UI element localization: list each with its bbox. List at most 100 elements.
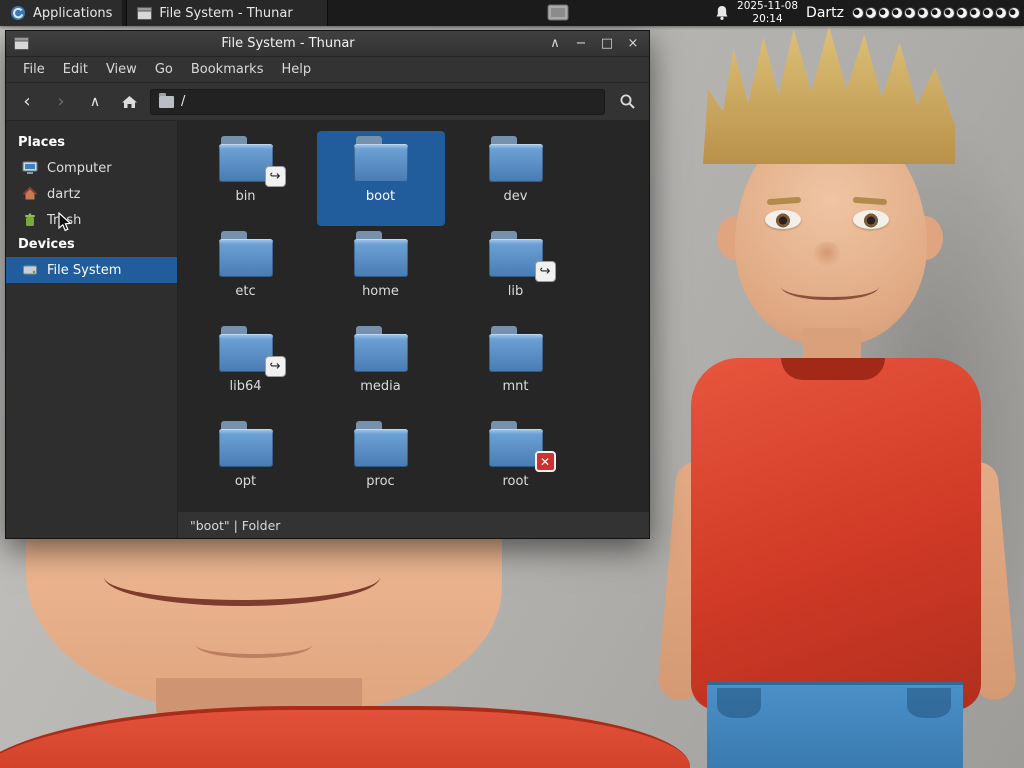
file-folder-lib64[interactable]: ↪ lib64 [182,321,310,416]
location-bar[interactable]: / [150,88,605,115]
eyes-plugin [852,7,1020,19]
folder-icon [353,326,408,372]
folder-icon: ↪ [218,326,286,377]
eye-icon [956,7,968,19]
folder-icon [353,421,408,467]
eye-icon [891,7,903,19]
file-folder-home[interactable]: home [317,226,445,321]
minimize-button[interactable]: − [573,36,589,51]
statusbar: "boot" | Folder [178,511,649,538]
home-icon [121,95,137,108]
sidebar-item-filesystem[interactable]: File System [6,257,177,283]
sidebar-item-trash[interactable]: Trash [6,207,177,233]
harddrive-icon [23,265,37,275]
folder-label: opt [234,474,257,489]
file-folder-root[interactable]: ✕ root [452,416,580,511]
tray-icon[interactable] [546,4,570,22]
folder-label: lib [507,284,524,299]
folder-icon [488,136,543,182]
forward-button[interactable]: › [48,89,74,115]
path-text: / [181,94,186,109]
file-folder-etc[interactable]: etc [182,226,310,321]
menu-file[interactable]: File [14,58,54,81]
symlink-emblem-icon: ↪ [534,261,556,282]
thunar-window: File System - Thunar ∧ − □ × File Edit V… [5,30,650,539]
maximize-button[interactable]: □ [599,36,615,51]
applications-icon [11,6,25,20]
menu-go[interactable]: Go [146,58,182,81]
window-title: File System - Thunar [221,36,355,51]
sidebar-header-places: Places [18,135,66,150]
eye-icon [930,7,942,19]
sidebar-item-label: File System [47,262,122,278]
folder-label: bin [235,189,256,204]
sidebar-item-label: Computer [47,160,112,176]
eye-icon [982,7,994,19]
top-panel: Applications File System - Thunar 2025-1… [0,0,1024,26]
eye-icon [878,7,890,19]
home-button[interactable] [116,89,142,115]
file-folder-mnt[interactable]: mnt [452,321,580,416]
folder-label: dev [503,189,528,204]
no-access-emblem-icon: ✕ [534,451,556,472]
applications-label: Applications [33,5,113,21]
eye-icon [865,7,877,19]
applications-menu-button[interactable]: Applications [0,0,123,26]
folder-icon [353,231,408,277]
folder-label: etc [235,284,256,299]
file-folder-lib[interactable]: ↪ lib [452,226,580,321]
sidebar-item-home-dartz[interactable]: dartz [6,181,177,207]
eye-icon [852,7,864,19]
menu-edit[interactable]: Edit [54,58,97,81]
status-text: "boot" | Folder [190,517,281,533]
user-label: Dartz [806,5,844,21]
symlink-emblem-icon: ↪ [264,166,286,187]
folder-label: lib64 [229,379,262,394]
sidebar: Places Computer dartz Devices File Syste… [6,121,178,538]
taskbar-button-thunar[interactable]: File System - Thunar [126,0,329,26]
file-folder-boot[interactable]: boot [316,131,445,226]
trash-icon [25,213,35,226]
folder-icon: ↪ [218,136,286,187]
mouse-cursor [58,212,72,232]
clock[interactable]: 2025-11-08 20:14 [737,0,798,25]
folder-label: root [502,474,529,489]
eye-icon [969,7,981,19]
eye-icon [1008,7,1020,19]
file-folder-proc[interactable]: proc [317,416,445,511]
path-folder-icon [159,92,174,108]
folder-label: mnt [502,379,529,394]
file-view[interactable]: ↪ bin boot dev etc home ↪ lib ↪ lib64 me… [178,121,649,511]
shade-button[interactable]: ∧ [547,36,563,51]
computer-icon [22,161,38,174]
sidebar-header-devices: Devices [18,237,75,252]
file-folder-opt[interactable]: opt [182,416,310,511]
up-button[interactable]: ∧ [82,89,108,115]
eye-icon [995,7,1007,19]
back-button[interactable]: ‹ [14,89,40,115]
folder-label: proc [366,474,395,489]
task-window-icon [137,6,153,20]
file-folder-media[interactable]: media [317,321,445,416]
sidebar-item-computer[interactable]: Computer [6,155,177,181]
file-folder-dev[interactable]: dev [452,131,580,226]
close-button[interactable]: × [625,36,641,51]
task-label: File System - Thunar [159,5,293,21]
symlink-emblem-icon: ↪ [264,356,286,377]
menu-help[interactable]: Help [272,58,320,81]
home-icon [22,186,38,200]
search-button[interactable] [613,88,641,116]
folder-label: boot [365,189,396,204]
menubar: File Edit View Go Bookmarks Help [6,57,649,83]
menu-view[interactable]: View [97,58,146,81]
notification-bell-icon[interactable] [715,5,729,21]
sidebar-item-label: dartz [47,186,81,202]
titlebar[interactable]: File System - Thunar ∧ − □ × [6,31,649,57]
eye-icon [943,7,955,19]
folder-label: media [360,379,401,394]
folder-label: home [362,284,399,299]
file-folder-bin[interactable]: ↪ bin [182,131,310,226]
folder-icon [353,136,408,182]
folder-icon [218,231,273,277]
menu-bookmarks[interactable]: Bookmarks [182,58,273,81]
